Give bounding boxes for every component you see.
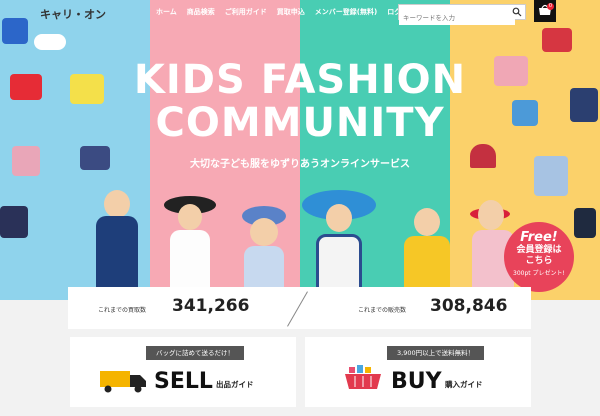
clothing-image — [0, 206, 28, 238]
free-line3: 300pt プレゼント! — [513, 270, 565, 277]
kid-photo — [302, 190, 376, 300]
nav-search[interactable]: 商品検索 — [187, 7, 215, 17]
stats-bar: これまでの買取数 341,266 これまでの販売数 308,846 — [68, 287, 531, 329]
kid-photo — [92, 190, 142, 300]
hero-title-line2: COMMUNITY — [155, 100, 445, 146]
nav-guide[interactable]: ご利用ガイド — [225, 7, 267, 17]
sell-subtitle: 出品ガイド — [216, 380, 254, 389]
hero-subtitle: 大切な子ども服をゆずりあうオンラインサービス — [190, 159, 410, 170]
cart-button[interactable]: 0 — [534, 0, 556, 22]
hero-banner: KIDS FASHION COMMUNITY 大切な子ども服をゆずりあうオンライ… — [0, 0, 600, 300]
free-line1: 会員登録は — [516, 245, 562, 255]
free-signup-badge[interactable]: Free! 会員登録は こちら 300pt プレゼント! — [504, 222, 574, 292]
sell-title: SELL — [154, 369, 213, 394]
shopping-basket-icon — [345, 365, 381, 389]
cart-count-badge: 0 — [547, 3, 554, 10]
free-label: Free! — [520, 230, 558, 245]
sell-guide-card[interactable]: バッグに詰めて送るだけ！ SELL 出品ガイド — [70, 337, 296, 407]
buy-count-value: 341,266 — [172, 296, 250, 316]
sell-count-value: 308,846 — [430, 296, 508, 316]
free-line2: こちら — [525, 256, 553, 266]
clothing-image — [2, 18, 28, 44]
sell-count-label: これまでの販売数 — [358, 307, 407, 314]
stats-divider — [287, 291, 308, 327]
main-nav: ホーム 商品検索 ご利用ガイド 買取申込 メンバー登録(無料) ログイン — [156, 7, 425, 17]
site-logo[interactable]: キャリ・オン — [40, 6, 106, 22]
truck-icon — [100, 371, 146, 393]
buy-tag: 3,900円以上で送料無料！ — [387, 346, 485, 360]
buy-count-label: これまでの買取数 — [98, 307, 147, 314]
search-box — [398, 4, 526, 25]
kid-photo — [238, 206, 290, 300]
clothing-image — [542, 28, 572, 52]
sell-tag: バッグに詰めて送るだけ！ — [146, 346, 244, 360]
hero-title-line1: KIDS FASHION — [133, 57, 467, 103]
nav-register[interactable]: メンバー登録(無料) — [315, 7, 377, 17]
buy-subtitle: 購入ガイド — [445, 380, 483, 389]
search-icon[interactable] — [512, 7, 522, 17]
nav-home[interactable]: ホーム — [156, 7, 177, 17]
nav-purchase-request[interactable]: 買取申込 — [277, 7, 305, 17]
search-input[interactable] — [399, 11, 515, 25]
buy-guide-card[interactable]: 3,900円以上で送料無料！ BUY 購入ガイド — [305, 337, 531, 407]
clothing-image — [34, 34, 66, 50]
buy-title: BUY — [391, 369, 442, 394]
clothing-image — [574, 208, 596, 238]
kid-photo — [162, 196, 218, 300]
